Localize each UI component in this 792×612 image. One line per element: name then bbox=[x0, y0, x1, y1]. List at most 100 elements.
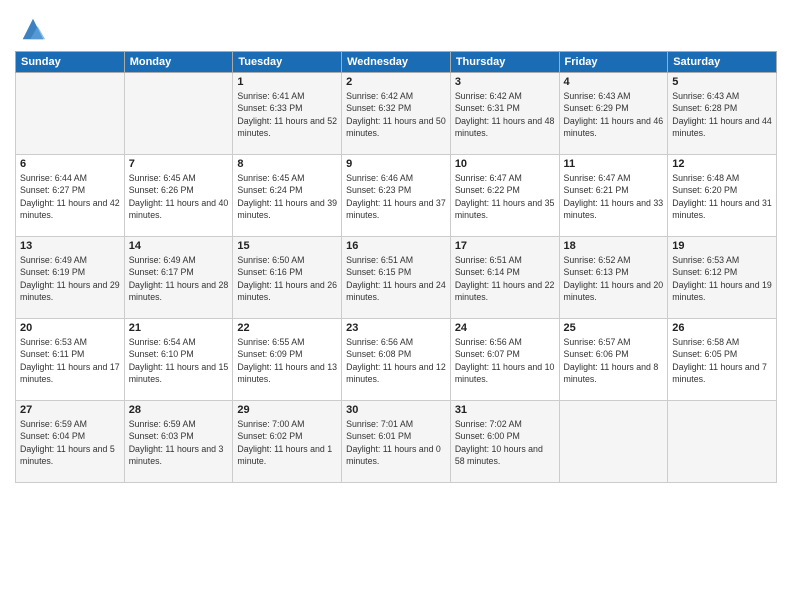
logo-icon bbox=[19, 15, 47, 43]
day-info: Sunrise: 6:59 AMSunset: 6:03 PMDaylight:… bbox=[129, 418, 229, 467]
day-number: 10 bbox=[455, 158, 555, 170]
calendar-cell: 3Sunrise: 6:42 AMSunset: 6:31 PMDaylight… bbox=[450, 73, 559, 155]
day-info: Sunrise: 7:02 AMSunset: 6:00 PMDaylight:… bbox=[455, 418, 555, 467]
calendar-cell: 13Sunrise: 6:49 AMSunset: 6:19 PMDayligh… bbox=[16, 237, 125, 319]
calendar-cell: 7Sunrise: 6:45 AMSunset: 6:26 PMDaylight… bbox=[124, 155, 233, 237]
calendar-table: SundayMondayTuesdayWednesdayThursdayFrid… bbox=[15, 51, 777, 483]
day-number: 12 bbox=[672, 158, 772, 170]
day-info: Sunrise: 6:45 AMSunset: 6:24 PMDaylight:… bbox=[237, 172, 337, 221]
calendar-cell: 18 Sunrise: 6:52 AMSunset: 6:13 PMDayligh… bbox=[559, 237, 668, 319]
day-number: 4 bbox=[564, 76, 664, 88]
weekday-header-row: SundayMondayTuesdayWednesdayThursdayFrid… bbox=[16, 52, 777, 73]
day-info: Sunrise: 7:00 AMSunset: 6:02 PMDaylight:… bbox=[237, 418, 337, 467]
calendar-cell: 24 Sunrise: 6:56 AMSunset: 6:07 PMDayligh… bbox=[450, 319, 559, 401]
day-info: Sunrise: 6:53 AMSunset: 6:11 PMDaylight:… bbox=[20, 336, 120, 385]
calendar-cell: 2Sunrise: 6:42 AMSunset: 6:32 PMDaylight… bbox=[342, 73, 451, 155]
day-number: 1 bbox=[237, 76, 337, 88]
day-number: 29 bbox=[237, 404, 337, 416]
day-info: Sunrise: 6:48 AMSunset: 6:20 PMDaylight:… bbox=[672, 172, 772, 221]
calendar-cell: 9Sunrise: 6:46 AMSunset: 6:23 PMDaylight… bbox=[342, 155, 451, 237]
weekday-monday: Monday bbox=[124, 52, 233, 73]
calendar-cell: 22 Sunrise: 6:55 AMSunset: 6:09 PMDayligh… bbox=[233, 319, 342, 401]
day-number: 31 bbox=[455, 404, 555, 416]
calendar-cell: 17 Sunrise: 6:51 AMSunset: 6:14 PMDayligh… bbox=[450, 237, 559, 319]
weekday-saturday: Saturday bbox=[668, 52, 777, 73]
calendar-cell: 6 Sunrise: 6:44 AMSunset: 6:27 PMDaylight… bbox=[16, 155, 125, 237]
calendar-cell bbox=[124, 73, 233, 155]
day-info: Sunrise: 7:01 AMSunset: 6:01 PMDaylight:… bbox=[346, 418, 446, 467]
day-number: 27 bbox=[20, 404, 120, 416]
day-info: Sunrise: 6:59 AMSunset: 6:04 PMDaylight:… bbox=[20, 418, 120, 467]
day-info: Sunrise: 6:44 AMSunset: 6:27 PMDaylight:… bbox=[20, 172, 120, 221]
day-info: Sunrise: 6:47 AMSunset: 6:21 PMDaylight:… bbox=[564, 172, 664, 221]
calendar-cell: 12 Sunrise: 6:48 AMSunset: 6:20 PMDayligh… bbox=[668, 155, 777, 237]
day-number: 14 bbox=[129, 240, 229, 252]
weekday-friday: Friday bbox=[559, 52, 668, 73]
calendar-cell: 28 Sunrise: 6:59 AMSunset: 6:03 PMDayligh… bbox=[124, 401, 233, 483]
calendar-cell: 16 Sunrise: 6:51 AMSunset: 6:15 PMDayligh… bbox=[342, 237, 451, 319]
day-info: Sunrise: 6:41 AMSunset: 6:33 PMDaylight:… bbox=[237, 90, 337, 139]
day-number: 22 bbox=[237, 322, 337, 334]
day-number: 5 bbox=[672, 76, 772, 88]
day-info: Sunrise: 6:53 AMSunset: 6:12 PMDaylight:… bbox=[672, 254, 772, 303]
day-info: Sunrise: 6:49 AMSunset: 6:19 PMDaylight:… bbox=[20, 254, 120, 303]
day-number: 15 bbox=[237, 240, 337, 252]
day-number: 20 bbox=[20, 322, 120, 334]
day-info: Sunrise: 6:57 AMSunset: 6:06 PMDaylight:… bbox=[564, 336, 664, 385]
calendar-cell: 27 Sunrise: 6:59 AMSunset: 6:04 PMDayligh… bbox=[16, 401, 125, 483]
calendar-cell bbox=[16, 73, 125, 155]
day-number: 18 bbox=[564, 240, 664, 252]
weekday-wednesday: Wednesday bbox=[342, 52, 451, 73]
day-number: 24 bbox=[455, 322, 555, 334]
day-number: 17 bbox=[455, 240, 555, 252]
day-info: Sunrise: 6:50 AMSunset: 6:16 PMDaylight:… bbox=[237, 254, 337, 303]
header bbox=[15, 10, 777, 43]
calendar-cell: 11 Sunrise: 6:47 AMSunset: 6:21 PMDayligh… bbox=[559, 155, 668, 237]
calendar-row-4: 27 Sunrise: 6:59 AMSunset: 6:04 PMDayligh… bbox=[16, 401, 777, 483]
day-number: 8 bbox=[237, 158, 337, 170]
day-number: 16 bbox=[346, 240, 446, 252]
calendar-cell: 15 Sunrise: 6:50 AMSunset: 6:16 PMDayligh… bbox=[233, 237, 342, 319]
calendar-cell: 4 Sunrise: 6:43 AMSunset: 6:29 PMDaylight… bbox=[559, 73, 668, 155]
day-number: 9 bbox=[346, 158, 446, 170]
day-number: 3 bbox=[455, 76, 555, 88]
calendar-cell: 26 Sunrise: 6:58 AMSunset: 6:05 PMDayligh… bbox=[668, 319, 777, 401]
day-info: Sunrise: 6:51 AMSunset: 6:15 PMDaylight:… bbox=[346, 254, 446, 303]
calendar-cell: 5 Sunrise: 6:43 AMSunset: 6:28 PMDaylight… bbox=[668, 73, 777, 155]
calendar-cell: 23 Sunrise: 6:56 AMSunset: 6:08 PMDayligh… bbox=[342, 319, 451, 401]
calendar-cell: 10 Sunrise: 6:47 AMSunset: 6:22 PMDayligh… bbox=[450, 155, 559, 237]
day-number: 26 bbox=[672, 322, 772, 334]
day-info: Sunrise: 6:56 AMSunset: 6:08 PMDaylight:… bbox=[346, 336, 446, 385]
calendar-cell: 21 Sunrise: 6:54 AMSunset: 6:10 PMDayligh… bbox=[124, 319, 233, 401]
day-info: Sunrise: 6:51 AMSunset: 6:14 PMDaylight:… bbox=[455, 254, 555, 303]
calendar-cell: 19Sunrise: 6:53 AMSunset: 6:12 PMDayligh… bbox=[668, 237, 777, 319]
day-info: Sunrise: 6:55 AMSunset: 6:09 PMDaylight:… bbox=[237, 336, 337, 385]
day-number: 28 bbox=[129, 404, 229, 416]
day-number: 6 bbox=[20, 158, 120, 170]
day-info: Sunrise: 6:43 AMSunset: 6:28 PMDaylight:… bbox=[672, 90, 772, 139]
day-number: 21 bbox=[129, 322, 229, 334]
weekday-sunday: Sunday bbox=[16, 52, 125, 73]
calendar-cell: 25Sunrise: 6:57 AMSunset: 6:06 PMDayligh… bbox=[559, 319, 668, 401]
calendar-cell: 8 Sunrise: 6:45 AMSunset: 6:24 PMDaylight… bbox=[233, 155, 342, 237]
day-number: 23 bbox=[346, 322, 446, 334]
day-info: Sunrise: 6:58 AMSunset: 6:05 PMDaylight:… bbox=[672, 336, 772, 385]
calendar-cell bbox=[668, 401, 777, 483]
day-number: 11 bbox=[564, 158, 664, 170]
day-info: Sunrise: 6:43 AMSunset: 6:29 PMDaylight:… bbox=[564, 90, 664, 139]
calendar-cell: 30 Sunrise: 7:01 AMSunset: 6:01 PMDayligh… bbox=[342, 401, 451, 483]
calendar-row-0: 1 Sunrise: 6:41 AMSunset: 6:33 PMDaylight… bbox=[16, 73, 777, 155]
calendar-cell bbox=[559, 401, 668, 483]
day-info: Sunrise: 6:54 AMSunset: 6:10 PMDaylight:… bbox=[129, 336, 229, 385]
day-info: Sunrise: 6:47 AMSunset: 6:22 PMDaylight:… bbox=[455, 172, 555, 221]
day-number: 2 bbox=[346, 76, 446, 88]
calendar-row-1: 6 Sunrise: 6:44 AMSunset: 6:27 PMDaylight… bbox=[16, 155, 777, 237]
day-number: 30 bbox=[346, 404, 446, 416]
day-number: 7 bbox=[129, 158, 229, 170]
day-info: Sunrise: 6:52 AMSunset: 6:13 PMDaylight:… bbox=[564, 254, 664, 303]
calendar-cell: 1 Sunrise: 6:41 AMSunset: 6:33 PMDaylight… bbox=[233, 73, 342, 155]
calendar-row-3: 20 Sunrise: 6:53 AMSunset: 6:11 PMDayligh… bbox=[16, 319, 777, 401]
weekday-tuesday: Tuesday bbox=[233, 52, 342, 73]
calendar-cell: 31 Sunrise: 7:02 AMSunset: 6:00 PMDayligh… bbox=[450, 401, 559, 483]
day-info: Sunrise: 6:56 AMSunset: 6:07 PMDaylight:… bbox=[455, 336, 555, 385]
